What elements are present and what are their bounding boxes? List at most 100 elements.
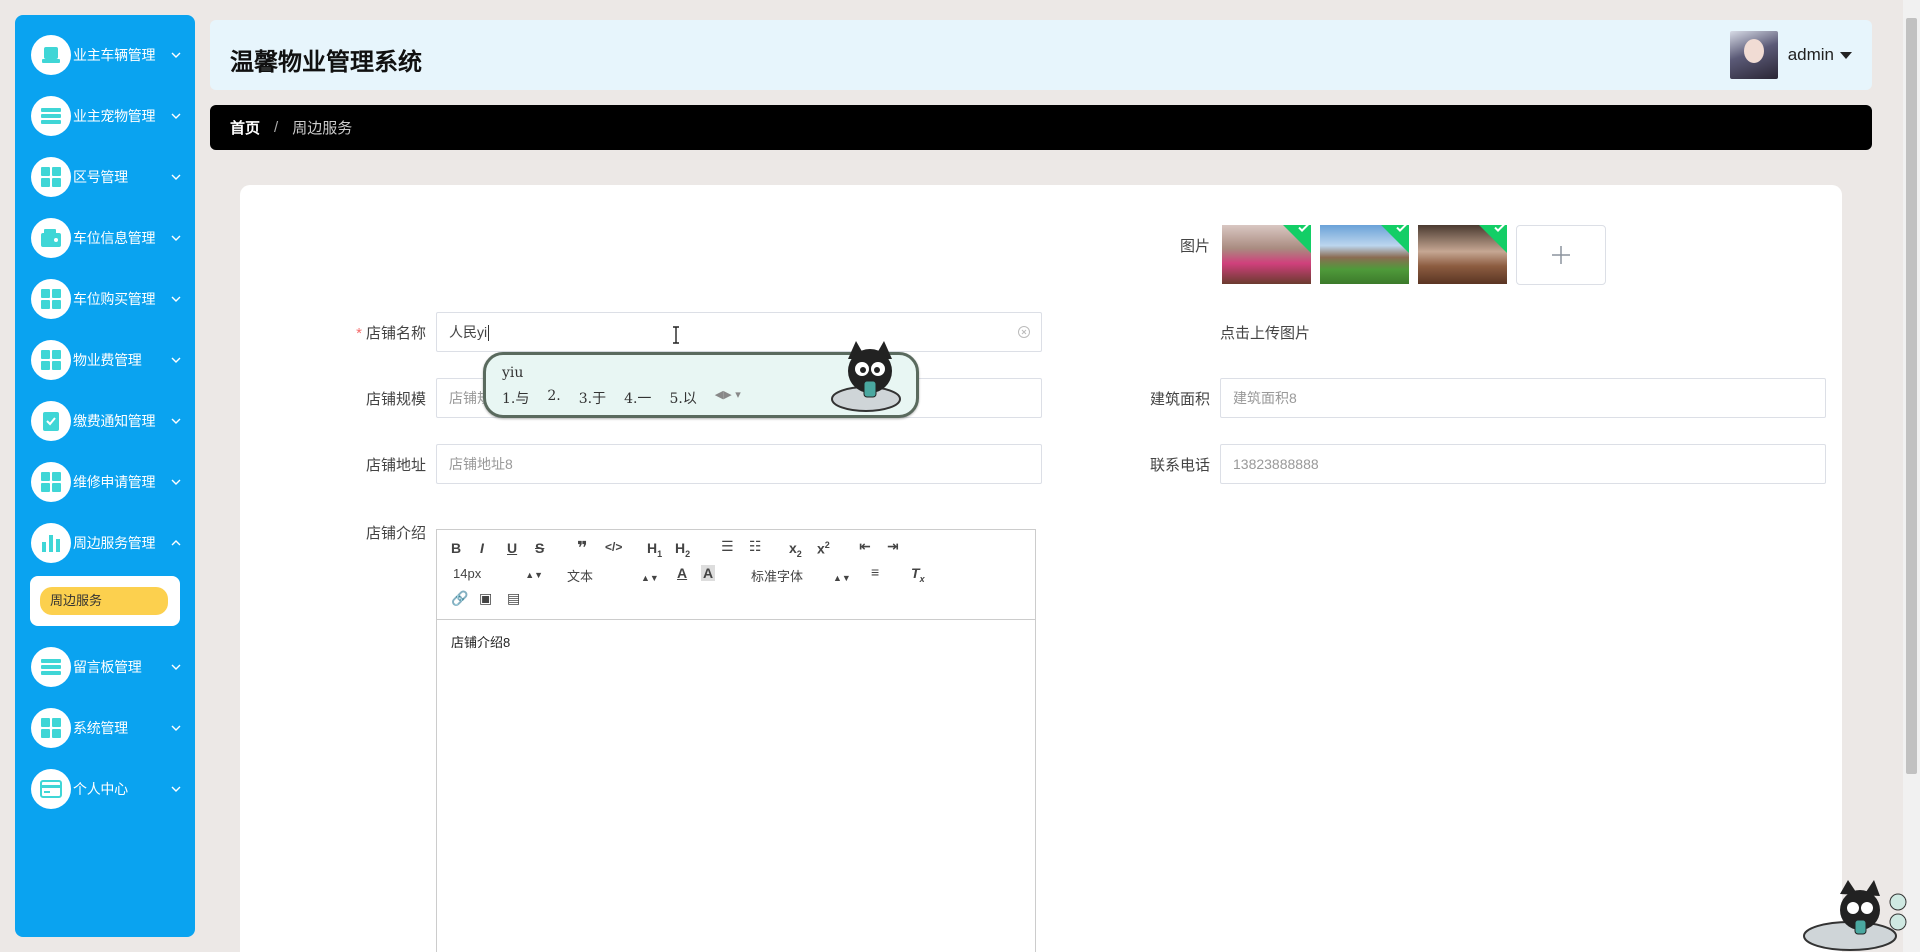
select-arrows-icon: ▲▼	[525, 570, 544, 580]
strike-button[interactable]: S	[535, 540, 544, 556]
heading1-button[interactable]: H1	[647, 540, 662, 559]
building-area-input[interactable]: 建筑面积8	[1220, 378, 1826, 418]
breadcrumb-home[interactable]: 首页	[230, 117, 260, 138]
ime-page-arrows-icon[interactable]: ◀▶ ▾	[715, 388, 741, 408]
image-icon[interactable]: ▣	[479, 590, 492, 607]
car-icon	[31, 34, 71, 75]
sidebar-item-personal-center[interactable]: 个人中心	[15, 758, 195, 819]
scrollbar-thumb[interactable]	[1906, 18, 1917, 774]
chevron-down-icon	[171, 479, 181, 485]
font-color-icon[interactable]: A	[677, 565, 687, 581]
username[interactable]: admin	[1788, 45, 1834, 65]
chevron-up-icon	[171, 539, 181, 545]
sidebar-item-label: 系统管理	[73, 719, 128, 736]
image-thumbnail[interactable]	[1222, 225, 1311, 284]
ime-candidate[interactable]: 3.于	[579, 388, 606, 408]
sidebar-item-parking-purchase[interactable]: 车位购买管理	[15, 268, 195, 329]
select-arrows-icon: ▲▼	[641, 573, 659, 583]
text-type-select[interactable]: 文本 ▲▼	[567, 566, 659, 585]
select-arrows-icon: ▲▼	[833, 573, 851, 583]
sidebar-item-system[interactable]: 系统管理	[15, 697, 195, 758]
breadcrumb: 首页 / 周边服务	[210, 105, 1872, 150]
sidebar-item-repair-requests[interactable]: 维修申请管理	[15, 451, 195, 512]
chevron-down-icon	[171, 296, 181, 302]
sidebar-item-label: 缴费通知管理	[73, 412, 156, 429]
sidebar-item-zones[interactable]: 区号管理	[15, 146, 195, 207]
shop-name-label-text: 店铺名称	[365, 325, 426, 342]
page-scrollbar[interactable]	[1903, 0, 1920, 952]
sidebar-item-label: 车位购买管理	[73, 290, 156, 307]
chevron-down-icon	[171, 357, 181, 363]
breadcrumb-separator: /	[274, 119, 279, 136]
clear-icon[interactable]	[1017, 325, 1031, 339]
bold-button[interactable]: B	[451, 540, 461, 556]
heading2-button[interactable]: H2	[675, 540, 690, 559]
check-badge-icon	[1475, 225, 1507, 254]
sidebar-item-property-fee[interactable]: 物业费管理	[15, 329, 195, 390]
sidebar-item-owner-pets[interactable]: 业主宠物管理	[15, 85, 195, 146]
editor-content[interactable]: 店铺介绍8	[437, 620, 1035, 663]
ime-candidate[interactable]: 2.	[547, 388, 560, 408]
shop-scale-label: 店铺规模	[365, 391, 426, 408]
video-icon[interactable]: ▤	[507, 590, 520, 607]
phone-input[interactable]: 13823888888	[1220, 444, 1826, 484]
ime-candidates: 1.与 2. 3.于 4.一 5.以 ◀▶ ▾	[502, 388, 741, 408]
text-cursor-icon	[673, 326, 679, 344]
text-caret	[488, 325, 490, 342]
underline-button[interactable]: U	[507, 540, 517, 556]
link-icon[interactable]: 🔗	[451, 590, 468, 607]
chevron-down-icon	[171, 725, 181, 731]
shop-name-input[interactable]: 人民yi	[436, 312, 1042, 352]
ime-candidate[interactable]: 4.一	[624, 388, 651, 408]
chevron-down-icon	[171, 235, 181, 241]
sidebar-item-label: 车位信息管理	[73, 229, 156, 246]
italic-button[interactable]: I	[480, 540, 484, 556]
top-header: 温馨物业管理系统 admin	[210, 20, 1872, 90]
sidebar-item-payment-notice[interactable]: 缴费通知管理	[15, 390, 195, 451]
avatar[interactable]	[1729, 31, 1778, 79]
image-thumbnail[interactable]	[1320, 225, 1409, 284]
text-type-value: 文本	[567, 569, 594, 584]
check-badge-icon	[1377, 225, 1409, 254]
align-icon[interactable]: ≡	[871, 564, 879, 580]
shop-intro-label: 店铺介绍	[365, 525, 426, 542]
sidebar-item-parking-info[interactable]: 车位信息管理	[15, 207, 195, 268]
sidebar: 业主车辆管理 业主宠物管理 区号管理 车位信息管理 车位购买管理 物业费管理 缴…	[15, 15, 195, 937]
outdent-icon[interactable]: ⇤	[859, 538, 871, 555]
blockquote-button[interactable]: ❞	[577, 538, 588, 559]
clear-format-icon[interactable]: Tx	[911, 565, 925, 584]
code-button[interactable]: </>	[605, 540, 622, 554]
plus-icon	[1552, 246, 1570, 264]
superscript-button[interactable]: x2	[817, 540, 830, 557]
ime-candidate[interactable]: 5.以	[669, 388, 696, 408]
upload-image-button[interactable]	[1516, 225, 1606, 285]
chevron-down-icon	[171, 174, 181, 180]
background-color-icon[interactable]: A	[701, 565, 716, 581]
ordered-list-icon[interactable]: ☰	[721, 538, 734, 555]
indent-icon[interactable]: ⇥	[887, 538, 899, 555]
grid-icon	[31, 707, 71, 748]
font-family-select[interactable]: 标准字体 ▲▼	[751, 566, 851, 585]
chevron-down-icon	[171, 786, 181, 792]
sidebar-item-label: 个人中心	[73, 780, 128, 797]
sidebar-item-nearby-services[interactable]: 周边服务管理	[15, 512, 195, 573]
image-thumbnail[interactable]	[1418, 225, 1507, 284]
shop-address-input[interactable]: 店铺地址8	[436, 444, 1042, 484]
sidebar-item-label: 留言板管理	[73, 658, 142, 675]
ime-candidate[interactable]: 1.与	[502, 388, 529, 408]
sidebar-item-label: 区号管理	[73, 168, 128, 185]
sidebar-item-message-board[interactable]: 留言板管理	[15, 636, 195, 697]
chevron-down-icon	[171, 664, 181, 670]
caret-down-icon[interactable]	[1840, 51, 1852, 59]
font-family-value: 标准字体	[751, 569, 804, 584]
submenu-item-nearby-service[interactable]: 周边服务	[40, 587, 168, 615]
user-menu[interactable]: admin	[1729, 30, 1852, 80]
font-size-select[interactable]: 14px ▲▼	[453, 566, 543, 581]
subscript-button[interactable]: x2	[789, 540, 802, 559]
bullet-list-icon[interactable]: ☷	[749, 538, 762, 555]
sidebar-item-label: 业主宠物管理	[73, 107, 156, 124]
card-icon	[31, 768, 71, 809]
mascot-cat-icon	[1803, 880, 1907, 951]
sidebar-item-owner-vehicles[interactable]: 业主车辆管理	[15, 24, 195, 85]
app-title: 温馨物业管理系统	[230, 49, 422, 76]
